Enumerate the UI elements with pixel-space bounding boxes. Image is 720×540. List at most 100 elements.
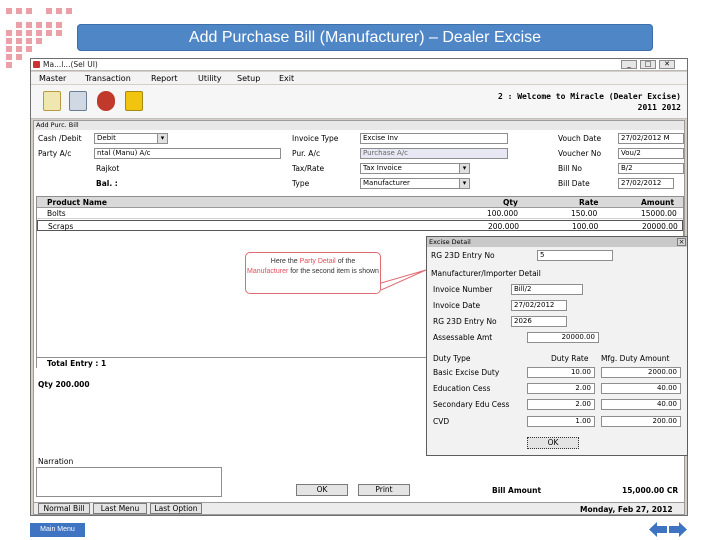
grid-header: Product Name Qty Rate Amount [37, 197, 683, 208]
balance-label: Bal. : [96, 179, 118, 188]
status-normal-bill[interactable]: Normal Bill [38, 503, 90, 514]
dialog-ok-button[interactable]: OK [527, 437, 579, 449]
type-select[interactable]: Manufacturer [360, 178, 470, 189]
invoice-date-label: Invoice Date [433, 301, 481, 310]
narration-input[interactable] [36, 467, 222, 497]
ok-button[interactable]: OK [296, 484, 348, 496]
col-rate: Rate [579, 198, 599, 207]
welcome-line-2: 2011 2012 [637, 103, 681, 112]
manufacturer-section: Manufacturer/Importer Detail [431, 269, 541, 278]
assessable-input[interactable]: 20000.00 [527, 332, 599, 343]
col-amount: Amount [641, 198, 675, 207]
duty-amount-input[interactable]: 200.00 [601, 416, 681, 427]
voucher-no-label: Voucher No [558, 149, 602, 158]
party-label: Party A/c [38, 149, 72, 158]
total-entry: Total Entry : 1 [47, 359, 107, 368]
row-product: Bolts [47, 209, 66, 218]
menu-utility[interactable]: Utility [198, 74, 222, 83]
duty-rate-input[interactable]: 2.00 [527, 399, 595, 410]
duty-rate-label: Duty Rate [551, 354, 589, 363]
status-last-menu[interactable]: Last Menu [93, 503, 147, 514]
status-bar: Normal Bill Last Menu Last Option Monday… [34, 502, 684, 514]
dialog-titlebar: Excise Detail [427, 237, 687, 247]
duty-rate-input[interactable]: 2.00 [527, 383, 595, 394]
prev-arrow-icon[interactable] [649, 522, 667, 537]
invoice-date-input[interactable]: 27/02/2012 [511, 300, 567, 311]
row-product: Scraps [48, 222, 74, 231]
minimize-button[interactable]: _ [621, 60, 637, 69]
row-qty: 100.000 [487, 209, 519, 218]
callout-highlight-party: Party Detail [299, 258, 336, 265]
duty-name: Education Cess [433, 384, 491, 393]
invoice-type-input[interactable]: Excise Inv [360, 133, 508, 144]
dialog-close-icon[interactable]: × [677, 238, 686, 246]
duty-name: Secondary Edu Cess [433, 400, 510, 409]
tax-rate-label: Tax/Rate [292, 164, 325, 173]
rg23d-no-label: RG 23D Entry No [433, 317, 497, 326]
new-document-icon[interactable] [43, 91, 61, 111]
annotation-callout: Here the Party Detail of the Manufacture… [245, 252, 381, 294]
invoice-number-input[interactable]: Bill/2 [511, 284, 583, 295]
form-titlebar: Add Purc. Bill [34, 121, 684, 130]
mfg-duty-label: Mfg. Duty Amount [601, 354, 670, 363]
menu-master[interactable]: Master [39, 74, 66, 83]
duty-rate-input[interactable]: 1.00 [527, 416, 595, 427]
bill-no-input[interactable]: B/2 [618, 163, 684, 174]
next-arrow-icon[interactable] [669, 522, 687, 537]
bill-amount-label: Bill Amount [492, 486, 542, 495]
cart-icon[interactable] [69, 91, 87, 111]
bill-amount-value: 15,000.00 CR [622, 486, 679, 495]
assessable-label: Assessable Amt [433, 333, 493, 342]
edit-note-icon[interactable] [125, 91, 143, 111]
menu-transaction[interactable]: Transaction [85, 74, 131, 83]
party-input[interactable]: ntal (Manu) A/c [94, 148, 281, 159]
type-label: Type [292, 179, 310, 188]
duty-rate-input[interactable]: 10.00 [527, 367, 595, 378]
voucher-no-input[interactable]: Vou/2 [618, 148, 684, 159]
rg23d-input[interactable]: 5 [537, 250, 613, 261]
bill-date-input[interactable]: 27/02/2012 [618, 178, 674, 189]
pur-ac-label: Pur. A/c [292, 149, 321, 158]
vouch-date-input[interactable]: 27/02/2012 M [618, 133, 684, 144]
rg23d-label: RG 23D Entry No [431, 251, 495, 260]
cash-debit-select[interactable]: Debit [94, 133, 168, 144]
menu-setup[interactable]: Setup [237, 74, 260, 83]
status-date: Monday, Feb 27, 2012 [580, 505, 673, 514]
menu-exit[interactable]: Exit [279, 74, 294, 83]
print-button[interactable]: Print [358, 484, 410, 496]
callout-highlight-manufacturer: Manufacturer [247, 268, 289, 275]
table-row[interactable]: Scraps 200.000 100.00 20000.00 [37, 220, 683, 231]
bill-date-label: Bill Date [558, 179, 590, 188]
callout-text-3: for the second item is shown [288, 268, 379, 275]
invoice-type-label: Invoice Type [292, 134, 339, 143]
row-rate: 100.00 [572, 222, 599, 231]
invoice-number-label: Invoice Number [433, 285, 493, 294]
menu-report[interactable]: Report [151, 74, 178, 83]
bill-no-label: Bill No [558, 164, 582, 173]
window-title: Ma...l...(Sel UI) [43, 60, 98, 69]
menu-bar: Master Transaction Report Utility Setup … [31, 72, 687, 84]
close-button[interactable]: ✕ [659, 60, 675, 69]
rg23d-no-input[interactable]: 2026 [511, 316, 567, 327]
duty-amount-input[interactable]: 2000.00 [601, 367, 681, 378]
duty-amount-input[interactable]: 40.00 [601, 399, 681, 410]
money-bag-icon[interactable] [97, 91, 115, 111]
callout-text-2: of the [335, 258, 356, 265]
callout-text-1: Here the [270, 258, 300, 265]
table-row[interactable]: Bolts 100.000 150.00 15000.00 [37, 208, 683, 219]
party-city: Rajkot [96, 164, 120, 173]
row-qty: 200.000 [488, 222, 520, 231]
main-menu-button[interactable]: Main Menu [30, 523, 85, 537]
col-qty: Qty [503, 198, 518, 207]
welcome-line-1: 2 : Welcome to Miracle (Dealer Excise) [497, 92, 681, 101]
welcome-banner: 2 : Welcome to Miracle (Dealer Excise) 2… [498, 91, 681, 113]
status-last-option[interactable]: Last Option [150, 503, 202, 514]
excise-detail-dialog: Excise Detail × RG 23D Entry No 5 Manufa… [426, 236, 688, 456]
pur-ac-input[interactable]: Purchase A/c [360, 148, 508, 159]
vouch-date-label: Vouch Date [558, 134, 602, 143]
nav-arrows [649, 522, 687, 537]
duty-amount-input[interactable]: 40.00 [601, 383, 681, 394]
maximize-button[interactable]: □ [640, 60, 656, 69]
tax-rate-select[interactable]: Tax Invoice [360, 163, 470, 174]
col-product-name: Product Name [47, 198, 107, 207]
